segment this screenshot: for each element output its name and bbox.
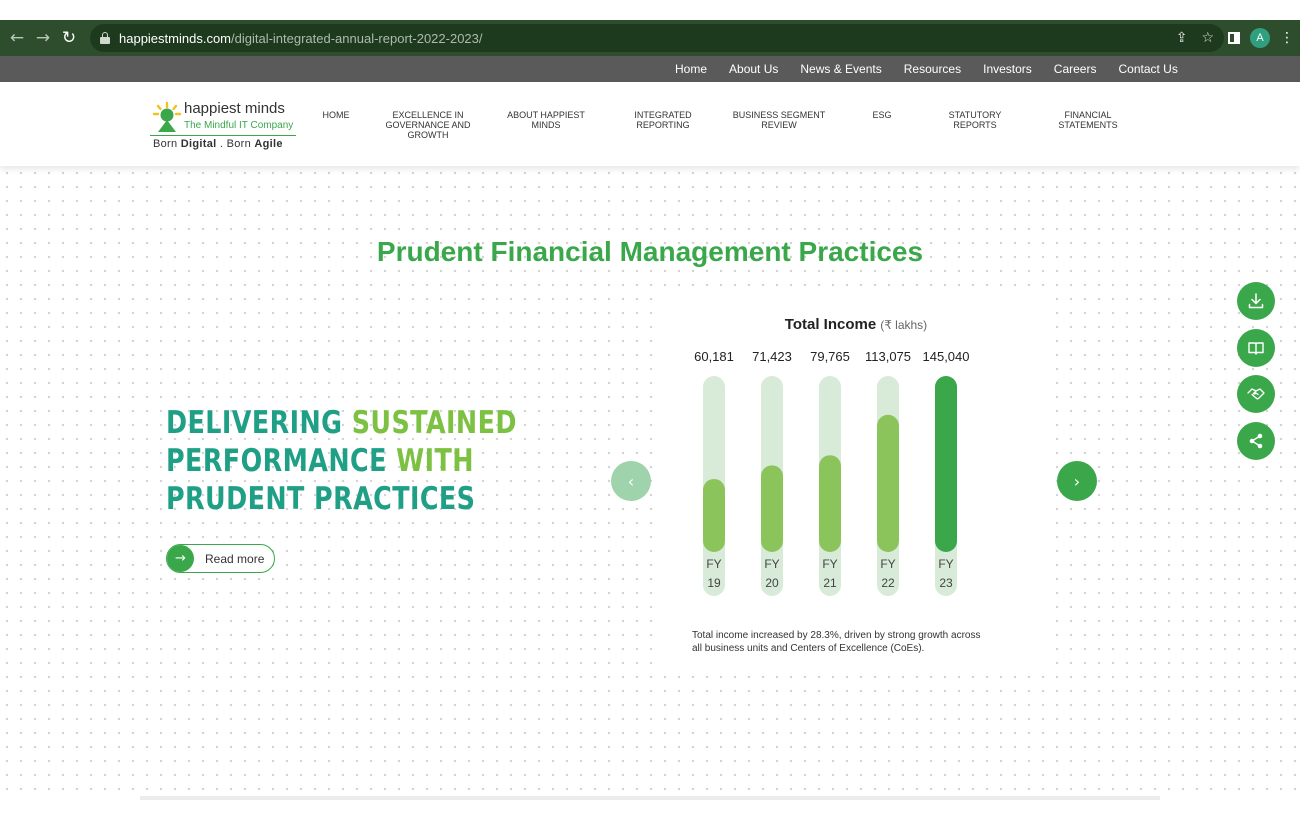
income-chart: 60,181 FY 19 71,423 FY 20 79,765 FY 21 113,075 FY 2… <box>694 349 970 596</box>
hero-divider <box>140 796 1160 800</box>
handshake-button[interactable] <box>1237 375 1275 413</box>
logo-divider <box>150 135 296 136</box>
top-nav-careers[interactable]: Careers <box>1043 62 1108 76</box>
tick-label: 22 <box>881 576 895 590</box>
read-more-button[interactable]: → Read more <box>166 544 275 573</box>
forward-icon[interactable]: → <box>30 28 56 48</box>
read-report-button[interactable] <box>1237 329 1275 367</box>
top-nav-about-us[interactable]: About Us <box>718 62 789 76</box>
nav-statutory-reports[interactable]: STATUTORY REPORTS <box>932 110 1018 130</box>
tick-label: 20 <box>765 576 779 590</box>
nav-financial-statements[interactable]: FINANCIAL STATEMENTS <box>1045 110 1131 130</box>
share-icon[interactable]: ⇪ <box>1176 30 1188 46</box>
chart-unit: (₹ lakhs) <box>880 318 928 332</box>
bar <box>877 414 899 552</box>
top-nav-news-events[interactable]: News & Events <box>789 62 892 76</box>
tick-label: FY <box>880 557 895 571</box>
handshake-icon <box>1247 388 1265 400</box>
logo-slogan: Born Digital . Born Agile <box>153 138 283 150</box>
share-button[interactable] <box>1237 422 1275 460</box>
nav-home[interactable]: HOME <box>310 110 362 120</box>
menu-icon[interactable]: ⋮ <box>1280 30 1294 46</box>
bar-value-label: 113,075 <box>865 349 911 364</box>
book-icon <box>1248 342 1264 355</box>
share-icon <box>1249 433 1263 449</box>
logo-name: happiest minds <box>184 100 285 117</box>
reload-icon[interactable]: ↻ <box>56 28 82 48</box>
lock-icon[interactable] <box>100 32 110 44</box>
bar <box>761 465 783 552</box>
bar-value-label: 145,040 <box>923 349 970 364</box>
bar-value-label: 79,765 <box>810 349 850 364</box>
nav-esg[interactable]: ESG <box>862 110 902 120</box>
tick-label: FY <box>706 557 721 571</box>
bar-value-label: 71,423 <box>752 349 792 364</box>
nav-about-happiest-minds[interactable]: ABOUT HAPPIEST MINDS <box>496 110 596 130</box>
tick-label: 21 <box>823 576 837 590</box>
site-logo[interactable]: happiest minds The Mindful IT Company Bo… <box>150 98 300 154</box>
site-header: happiest minds The Mindful IT Company Bo… <box>0 82 1300 166</box>
back-icon[interactable]: ← <box>4 28 30 48</box>
logo-tagline: The Mindful IT Company <box>184 120 294 131</box>
url-text: happiestminds.com/digital-integrated-ann… <box>119 30 483 46</box>
tick-label: FY <box>822 557 837 571</box>
read-more-label: Read more <box>205 551 265 566</box>
tick-label: FY <box>764 557 779 571</box>
carousel-next-button[interactable]: › <box>1057 461 1097 501</box>
hero-headline: DELIVERING SUSTAINED PERFORMANCE WITH PR… <box>166 405 517 517</box>
address-bar[interactable]: happiestminds.com/digital-integrated-ann… <box>90 24 1224 52</box>
chart-caption: Total income increased by 28.3%, driven … <box>692 630 981 654</box>
nav-business-segment-review[interactable]: BUSINESS SEGMENT REVIEW <box>724 110 834 130</box>
utility-nav: Home About Us News & Events Resources In… <box>0 56 1300 82</box>
income-chart-card: 60,181 FY 19 71,423 FY 20 79,765 FY 21 113,075 FY 2… <box>662 294 1050 674</box>
top-nav-home[interactable]: Home <box>664 62 718 76</box>
browser-toolbar: ← → ↻ happiestminds.com/digital-integrat… <box>0 20 1300 56</box>
top-nav-resources[interactable]: Resources <box>893 62 972 76</box>
bar <box>703 478 725 552</box>
tick-label: FY <box>938 557 953 571</box>
top-nav-contact-us[interactable]: Contact Us <box>1107 62 1188 76</box>
nav-integrated-reporting[interactable]: INTEGRATED REPORTING <box>620 110 706 130</box>
chart-title: Total Income (₹ lakhs) <box>784 316 928 333</box>
tick-label: 19 <box>707 576 721 590</box>
carousel-prev-button[interactable]: ‹ <box>611 461 651 501</box>
bar <box>935 376 957 552</box>
download-button[interactable] <box>1237 282 1275 320</box>
star-icon[interactable]: ☆ <box>1201 30 1214 46</box>
chevron-left-icon: ‹ <box>627 471 635 491</box>
section-title: Prudent Financial Management Practices <box>376 236 924 267</box>
arrow-right-icon: → <box>167 545 194 572</box>
logo-mark-icon <box>152 101 182 132</box>
top-nav-investors[interactable]: Investors <box>972 62 1043 76</box>
download-icon <box>1248 293 1264 309</box>
nav-excellence-governance-growth[interactable]: EXCELLENCE IN GOVERNANCE AND GROWTH <box>378 110 478 140</box>
bar-value-label: 60,181 <box>694 349 734 364</box>
bar <box>819 455 841 552</box>
side-panel-icon[interactable] <box>1228 32 1240 44</box>
window-top-edge <box>0 0 1300 20</box>
chevron-right-icon: › <box>1073 471 1081 491</box>
profile-avatar[interactable]: A <box>1250 28 1270 48</box>
tick-label: 23 <box>939 576 953 590</box>
